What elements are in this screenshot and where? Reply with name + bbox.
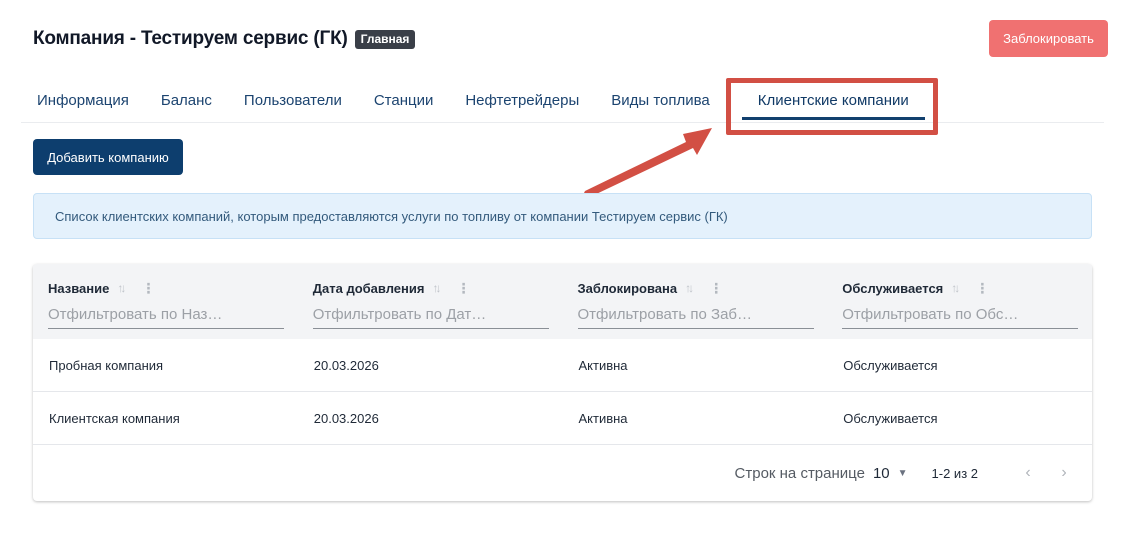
tab-fuel-types[interactable]: Виды топлива <box>595 80 726 120</box>
cell-name: Пробная компания <box>49 357 164 373</box>
table-row[interactable]: Пробная компания 20.03.2026 Активна Обсл… <box>33 339 1092 392</box>
sort-icon[interactable]: ↑↓ <box>685 281 694 295</box>
pagination: Строк на странице 10 ▼ 1-2 из 2 ‹ › <box>33 445 1092 501</box>
cell-date: 20.03.2026 <box>313 357 379 373</box>
rows-per-page-label: Строк на странице <box>734 464 865 482</box>
column-menu-icon[interactable]: ⋮ <box>456 281 470 295</box>
cell-blocked: Активна <box>578 410 628 426</box>
companies-table: Название ↑↓ ⋮ Дата добавления ↑↓ ⋮ Забло… <box>33 264 1092 501</box>
tab-stations[interactable]: Станции <box>358 80 450 120</box>
filter-blocked-input[interactable] <box>577 305 814 329</box>
filter-date-input[interactable] <box>312 305 549 329</box>
column-header-blocked: Заблокирована ↑↓ ⋮ <box>563 264 828 339</box>
tab-info[interactable]: Информация <box>21 80 145 120</box>
column-label[interactable]: Дата добавления <box>313 281 425 296</box>
cell-date: 20.03.2026 <box>313 410 379 426</box>
block-button[interactable]: Заблокировать <box>989 20 1108 57</box>
filter-served-input[interactable] <box>842 305 1079 329</box>
column-header-date: Дата добавления ↑↓ ⋮ <box>298 264 563 339</box>
cell-blocked: Активна <box>578 357 628 373</box>
sort-icon[interactable]: ↑↓ <box>951 281 960 295</box>
column-header-served: Обслуживается ↑↓ ⋮ <box>827 264 1092 339</box>
tab-client-companies[interactable]: Клиентские компании <box>741 80 925 120</box>
main-badge: Главная <box>354 29 416 49</box>
page-range: 1-2 из 2 <box>931 465 978 481</box>
column-menu-icon[interactable]: ⋮ <box>975 281 989 295</box>
cell-served: Обслуживается <box>843 410 938 426</box>
column-menu-icon[interactable]: ⋮ <box>141 281 155 295</box>
column-header-name: Название ↑↓ ⋮ <box>33 264 298 339</box>
tab-users[interactable]: Пользователи <box>228 80 358 120</box>
column-label[interactable]: Обслуживается <box>842 281 943 296</box>
rows-per-page-value: 10 <box>872 464 890 482</box>
filter-name-input[interactable] <box>48 305 284 329</box>
prev-page-icon[interactable]: ‹ <box>1016 464 1040 482</box>
caret-down-icon: ▼ <box>897 467 908 479</box>
column-label[interactable]: Название <box>48 281 109 296</box>
sort-icon[interactable]: ↑↓ <box>432 281 441 295</box>
column-menu-icon[interactable]: ⋮ <box>709 281 723 295</box>
info-text: Список клиентских компаний, которым пред… <box>55 208 728 224</box>
tab-balance[interactable]: Баланс <box>145 80 228 120</box>
column-label[interactable]: Заблокирована <box>578 281 678 296</box>
page-header: Компания - Тестируем сервис (ГК) Главная <box>33 28 416 50</box>
sort-icon[interactable]: ↑↓ <box>117 281 126 295</box>
tab-bar: Информация Баланс Пользователи Станции Н… <box>21 80 1104 123</box>
add-company-button[interactable]: Добавить компанию <box>33 139 183 175</box>
table-row[interactable]: Клиентская компания 20.03.2026 Активна О… <box>33 392 1092 445</box>
tab-oil-traders[interactable]: Нефтетрейдеры <box>449 80 595 120</box>
page-title: Компания - Тестируем сервис (ГК) <box>33 28 348 49</box>
info-alert: Список клиентских компаний, которым пред… <box>33 193 1092 239</box>
cell-served: Обслуживается <box>843 357 938 373</box>
cell-name: Клиентская компания <box>49 410 180 426</box>
rows-per-page-select[interactable]: 10 ▼ <box>873 465 908 482</box>
next-page-icon[interactable]: › <box>1052 464 1076 482</box>
table-header: Название ↑↓ ⋮ Дата добавления ↑↓ ⋮ Забло… <box>33 264 1092 339</box>
